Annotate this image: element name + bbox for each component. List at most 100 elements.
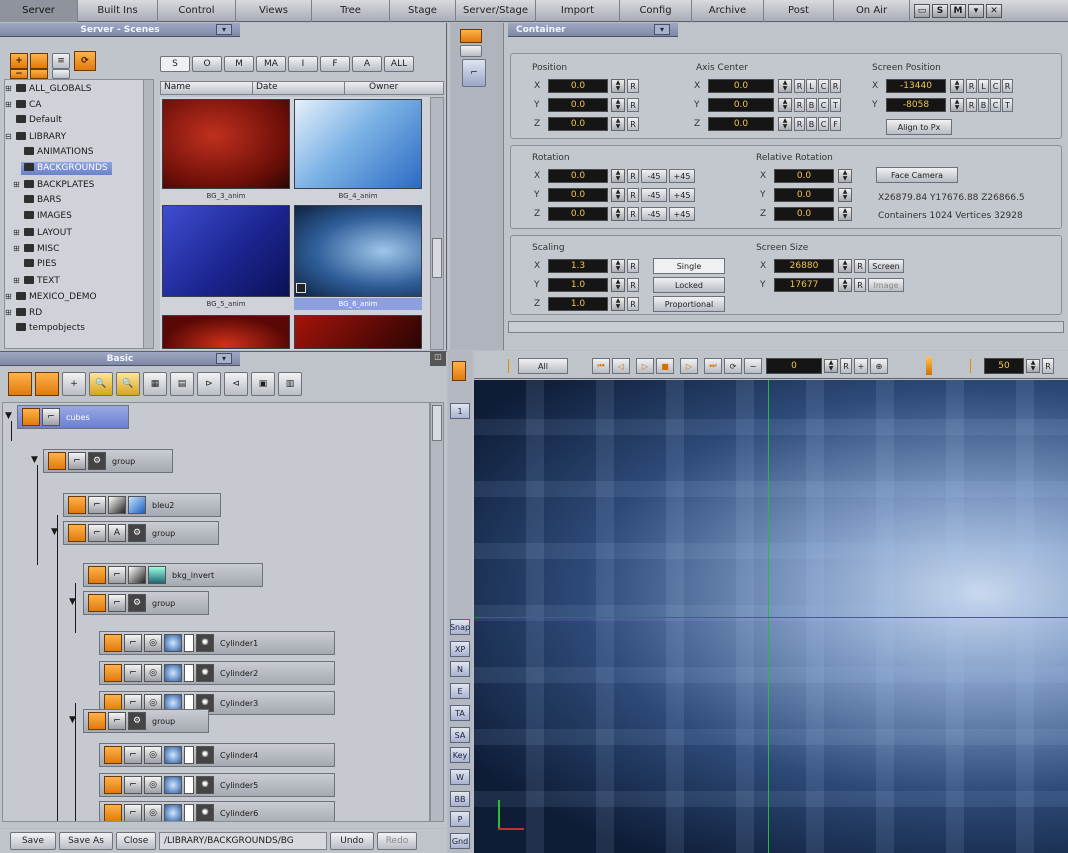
reset-button[interactable]: R [627,117,639,131]
stepper-icon[interactable]: ▲ ▼ [778,98,792,112]
align-button[interactable]: R [794,79,805,93]
ta-button[interactable]: TA [450,705,470,721]
bb-button[interactable]: BB [450,791,470,807]
reset-button[interactable]: R [627,259,639,273]
reset-button[interactable]: R [627,297,639,311]
folder-icon[interactable] [30,53,48,69]
axis-x-field[interactable]: 0.0 [708,79,774,93]
image-button[interactable]: Image [868,278,904,292]
filter-i[interactable]: I [288,56,318,72]
col-owner[interactable]: Owner [345,82,443,94]
expand-arrow-icon[interactable]: ▼ [69,597,76,607]
grid-view-icon[interactable]: ◫ [430,352,446,366]
tree-node[interactable]: ⌐ ⚙ group [83,709,209,733]
list-icon[interactable]: ▤ [170,372,194,396]
tree-item-selected[interactable]: BACKGROUNDS [21,162,112,175]
tree-item[interactable]: ⊞ MEXICO_DEMO [5,290,97,303]
rotate-plus-button[interactable]: +45 [669,169,695,183]
align-button[interactable]: L [806,79,817,93]
tree-item[interactable]: ⊞ LAYOUT [13,226,72,239]
reset-button[interactable]: R [854,259,866,273]
key-button[interactable]: Key [450,747,470,763]
tree-item[interactable]: ANIMATIONS [21,146,93,159]
stepper-icon[interactable]: ▲ ▼ [611,207,625,221]
align-button[interactable]: C [990,98,1001,112]
filter-s[interactable]: S [160,56,190,72]
menu-archive[interactable]: Archive [692,0,764,22]
thumbnail-scrollbar[interactable] [430,97,444,350]
align-button[interactable]: L [978,79,989,93]
tree-item[interactable]: BARS [21,194,61,207]
keyframe-icon[interactable]: ⊕ [870,358,888,374]
tree-node[interactable]: ⌐ bleu2 [63,493,221,517]
relrot-y-field[interactable]: 0.0 [774,188,834,202]
s-icon[interactable]: S [932,3,948,18]
stepper-icon[interactable]: ▲ ▼ [611,79,625,93]
align-button[interactable]: R [830,79,841,93]
snap-button[interactable]: Snap [450,619,470,635]
filter-a[interactable]: A [352,56,382,72]
stepper-icon[interactable]: ▲ ▼ [950,98,964,112]
thumbnail-image[interactable] [294,315,422,349]
stepper-icon[interactable]: ▲ ▼ [838,259,852,273]
reset-button[interactable]: R [627,207,639,221]
stepper-icon[interactable]: ▲ ▼ [778,117,792,131]
tree-item[interactable]: Default [13,114,62,127]
expand-arrow-icon[interactable]: ▼ [51,527,58,537]
thumbnail-image[interactable] [162,315,290,349]
stepper-icon[interactable]: ▲ ▼ [611,98,625,112]
stepper-icon[interactable]: ▲ ▼ [611,278,625,292]
move-icon[interactable] [35,372,59,396]
align-button[interactable]: F [830,117,841,131]
save-as-button[interactable]: Save As [59,832,113,850]
filter-f[interactable]: F [320,56,350,72]
container-scrollbar[interactable] [508,321,1064,333]
align-to-px-button[interactable]: Align to Px [886,119,952,135]
tree-item[interactable]: IMAGES [21,210,72,223]
plus-icon[interactable]: + [854,358,868,374]
axis-y-field[interactable]: 0.0 [708,98,774,112]
rotate-minus-button[interactable]: -45 [641,207,667,221]
align-button[interactable]: R [1002,79,1013,93]
stop-icon[interactable]: ■ [656,358,674,374]
play-icon[interactable]: ▷ [636,358,654,374]
tree-item[interactable]: ⊞ TEXT [13,274,60,287]
rotation-x-field[interactable]: 0.0 [548,169,608,183]
menu-stage[interactable]: Stage [390,0,456,22]
reset-button[interactable]: R [1042,358,1054,374]
scale-x-field[interactable]: 1.3 [548,259,608,273]
reset-button[interactable]: R [627,188,639,202]
align-button[interactable]: R [794,117,805,131]
tree-node[interactable]: ⌐ ◎ ✺ Cylinder4 [99,743,335,767]
sa-button[interactable]: SA [450,727,470,743]
reset-button[interactable]: R [854,278,866,292]
reset-button[interactable]: R [627,79,639,93]
tree-item[interactable]: PIES [21,258,56,271]
menu-post[interactable]: Post [764,0,834,22]
locked-button[interactable]: Locked [653,277,725,293]
container-icon[interactable] [8,372,32,396]
play-icon[interactable] [296,283,306,293]
align-button[interactable]: T [830,98,841,112]
chevron-down-icon[interactable]: ▾ [654,24,670,35]
tree-item[interactable]: ⊞ RD [5,306,42,319]
xp-button[interactable]: XP [450,641,470,657]
chevron-down-icon[interactable]: ▾ [216,353,232,364]
thumbnail-image[interactable] [294,99,422,189]
close-icon[interactable]: ✕ [986,3,1002,18]
tree-item[interactable]: ⊞ MISC [13,242,59,255]
relrot-z-field[interactable]: 0.0 [774,207,834,221]
align-button[interactable]: T [1002,98,1013,112]
filter-all[interactable]: ALL [384,56,414,72]
screen-x-field[interactable]: -13440 [886,79,946,93]
tree-scrollbar[interactable] [143,80,153,348]
list-icon[interactable]: ≡ [52,53,70,69]
n-button[interactable]: N [450,661,470,677]
loop-icon[interactable]: ⟳ [724,358,742,374]
redo-button[interactable]: Redo [377,832,417,850]
tree-item[interactable]: ⊞ BACKPLATES [13,178,94,191]
close-button[interactable]: Close [116,832,156,850]
stepper-icon[interactable]: ▲ ▼ [611,188,625,202]
scene-path-field[interactable]: /LIBRARY/BACKGROUNDS/BG [159,832,327,850]
menu-on-air[interactable]: On Air [834,0,910,22]
